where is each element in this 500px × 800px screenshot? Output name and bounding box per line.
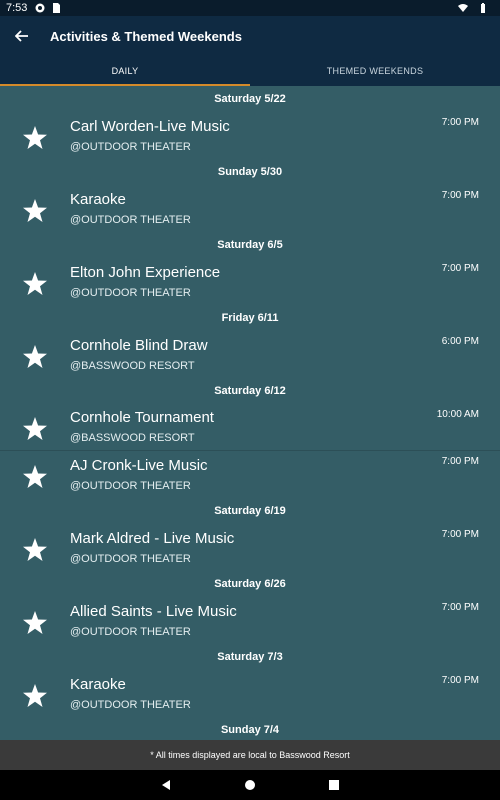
event-time: 7:00 PM — [441, 190, 479, 201]
star-icon — [23, 683, 47, 707]
event-name: AJ Cronk-Live Music — [70, 456, 208, 474]
date-header: Saturday 6/12 — [214, 385, 286, 397]
event-name: Cornhole Blind Draw — [70, 336, 208, 354]
event-info: Karaoke @OUTDOOR THEATER — [70, 675, 500, 713]
tab-label: DAILY — [111, 66, 139, 76]
star-icon — [23, 610, 47, 634]
event-venue: @OUTDOOR THEATER — [70, 479, 191, 492]
arrow-left-icon — [15, 30, 28, 42]
event-venue: @BASSWOOD RESORT — [70, 432, 195, 444]
date-header: Saturday 6/26 — [214, 578, 286, 590]
event-info: Cornhole Blind Draw @BASSWOOD RESORT — [70, 336, 500, 374]
event-name: Carl Worden-Live Music — [70, 117, 230, 135]
tab-daily[interactable]: DAILY — [0, 56, 250, 86]
event-row[interactable]: Carl Worden-Live Music @OUTDOOR THEATER … — [0, 112, 500, 159]
event-time: 7:00 PM — [441, 529, 479, 540]
triangle-back-icon — [162, 780, 170, 790]
battery-icon — [481, 3, 485, 13]
event-venue: @BASSWOOD RESORT — [70, 359, 195, 372]
event-name: Cornhole Tournament — [70, 409, 214, 426]
sd-card-icon — [53, 3, 61, 13]
star-icon — [23, 537, 47, 561]
favorite-star-button[interactable] — [0, 533, 70, 563]
favorite-star-button[interactable] — [0, 679, 70, 709]
event-info: AJ Cronk-Live Music @OUTDOOR THEATER — [70, 456, 500, 494]
nav-back-button[interactable] — [156, 775, 176, 795]
event-name: Allied Saints - Live Music — [70, 602, 237, 620]
date-header: Friday 6/11 — [221, 312, 279, 324]
status-bar: 7:53 — [0, 0, 500, 16]
event-venue: @OUTDOOR THEATER — [70, 698, 191, 711]
event-info: Carl Worden-Live Music @OUTDOOR THEATER — [70, 117, 500, 155]
status-time: 7:53 — [6, 2, 28, 14]
event-row[interactable]: Karaoke @OUTDOOR THEATER 7:00 PM — [0, 670, 500, 717]
favorite-star-button[interactable] — [0, 412, 70, 442]
event-row[interactable]: Cornhole Blind Draw @BASSWOOD RESORT 6:0… — [0, 331, 500, 378]
square-recents-icon — [329, 780, 339, 790]
star-icon — [23, 198, 47, 222]
event-venue: @OUTDOOR THEATER — [70, 213, 191, 226]
favorite-star-button[interactable] — [0, 121, 70, 151]
event-time: 7:00 PM — [441, 456, 479, 467]
event-name: Elton John Experience — [70, 263, 221, 281]
event-info: Mark Aldred - Live Music @OUTDOOR THEATE… — [70, 529, 500, 567]
favorite-star-button[interactable] — [0, 606, 70, 636]
star-icon — [23, 417, 47, 440]
event-row[interactable]: Elton John Experience @OUTDOOR THEATER 7… — [0, 258, 500, 305]
date-header: Saturday 7/3 — [217, 651, 283, 663]
event-row[interactable]: Mark Aldred - Live Music @OUTDOOR THEATE… — [0, 524, 500, 571]
event-time: 7:00 PM — [441, 675, 479, 686]
event-info: Elton John Experience @OUTDOOR THEATER — [70, 263, 500, 301]
event-name: Karaoke — [70, 675, 126, 693]
event-time: 7:00 PM — [441, 263, 479, 274]
star-icon — [23, 464, 47, 488]
tab-bar: DAILY THEMED WEEKENDS — [0, 56, 500, 86]
app-bar: Activities & Themed Weekends — [0, 16, 500, 56]
tab-themed-weekends[interactable]: THEMED WEEKENDS — [250, 56, 500, 86]
event-venue: @OUTDOOR THEATER — [70, 625, 191, 638]
date-header: Saturday 6/5 — [217, 239, 283, 251]
footer-note-text: * All times displayed are local to Bassw… — [150, 750, 350, 760]
wifi-icon — [458, 4, 468, 12]
event-row[interactable]: Cornhole Tournament @BASSWOOD RESORT 10:… — [0, 404, 500, 451]
star-icon — [23, 125, 47, 149]
nav-home-button[interactable] — [240, 775, 260, 795]
tab-label: THEMED WEEKENDS — [326, 66, 424, 76]
notification-icon — [35, 3, 45, 13]
star-icon — [23, 271, 47, 295]
event-list[interactable]: Saturday 5/22 Carl Worden-Live Music @OU… — [0, 86, 500, 740]
event-name: Mark Aldred - Live Music — [70, 529, 235, 547]
back-button[interactable] — [0, 16, 44, 56]
timezone-note: * All times displayed are local to Bassw… — [0, 740, 500, 770]
event-info: Cornhole Tournament @BASSWOOD RESORT — [70, 408, 500, 446]
event-venue: @OUTDOOR THEATER — [70, 552, 191, 565]
date-header: Saturday 5/22 — [214, 93, 286, 105]
system-nav-bar — [0, 770, 500, 800]
event-row[interactable]: AJ Cronk-Live Music @OUTDOOR THEATER 7:0… — [0, 451, 500, 498]
date-header: Saturday 6/19 — [214, 505, 286, 517]
date-header: Sunday 5/30 — [217, 166, 283, 178]
date-header: Sunday 7/4 — [220, 724, 280, 736]
event-venue: @OUTDOOR THEATER — [70, 286, 191, 299]
event-time: 7:00 PM — [441, 117, 479, 128]
favorite-star-button[interactable] — [0, 194, 70, 224]
event-time: 6:00 PM — [441, 336, 479, 347]
event-name: Karaoke — [70, 190, 126, 208]
circle-home-icon — [245, 780, 255, 790]
event-info: Karaoke @OUTDOOR THEATER — [70, 190, 500, 228]
event-row[interactable]: Karaoke @OUTDOOR THEATER 7:00 PM — [0, 185, 500, 232]
event-row[interactable]: Allied Saints - Live Music @OUTDOOR THEA… — [0, 597, 500, 644]
favorite-star-button[interactable] — [0, 340, 70, 370]
nav-recents-button[interactable] — [324, 775, 344, 795]
page-title: Activities & Themed Weekends — [50, 28, 242, 44]
event-time: 7:00 PM — [441, 602, 479, 613]
event-time: 10:00 AM — [436, 409, 479, 420]
event-venue: @OUTDOOR THEATER — [70, 140, 191, 153]
favorite-star-button[interactable] — [0, 267, 70, 297]
event-info: Allied Saints - Live Music @OUTDOOR THEA… — [70, 602, 500, 640]
star-icon — [23, 344, 47, 368]
favorite-star-button[interactable] — [0, 460, 70, 490]
